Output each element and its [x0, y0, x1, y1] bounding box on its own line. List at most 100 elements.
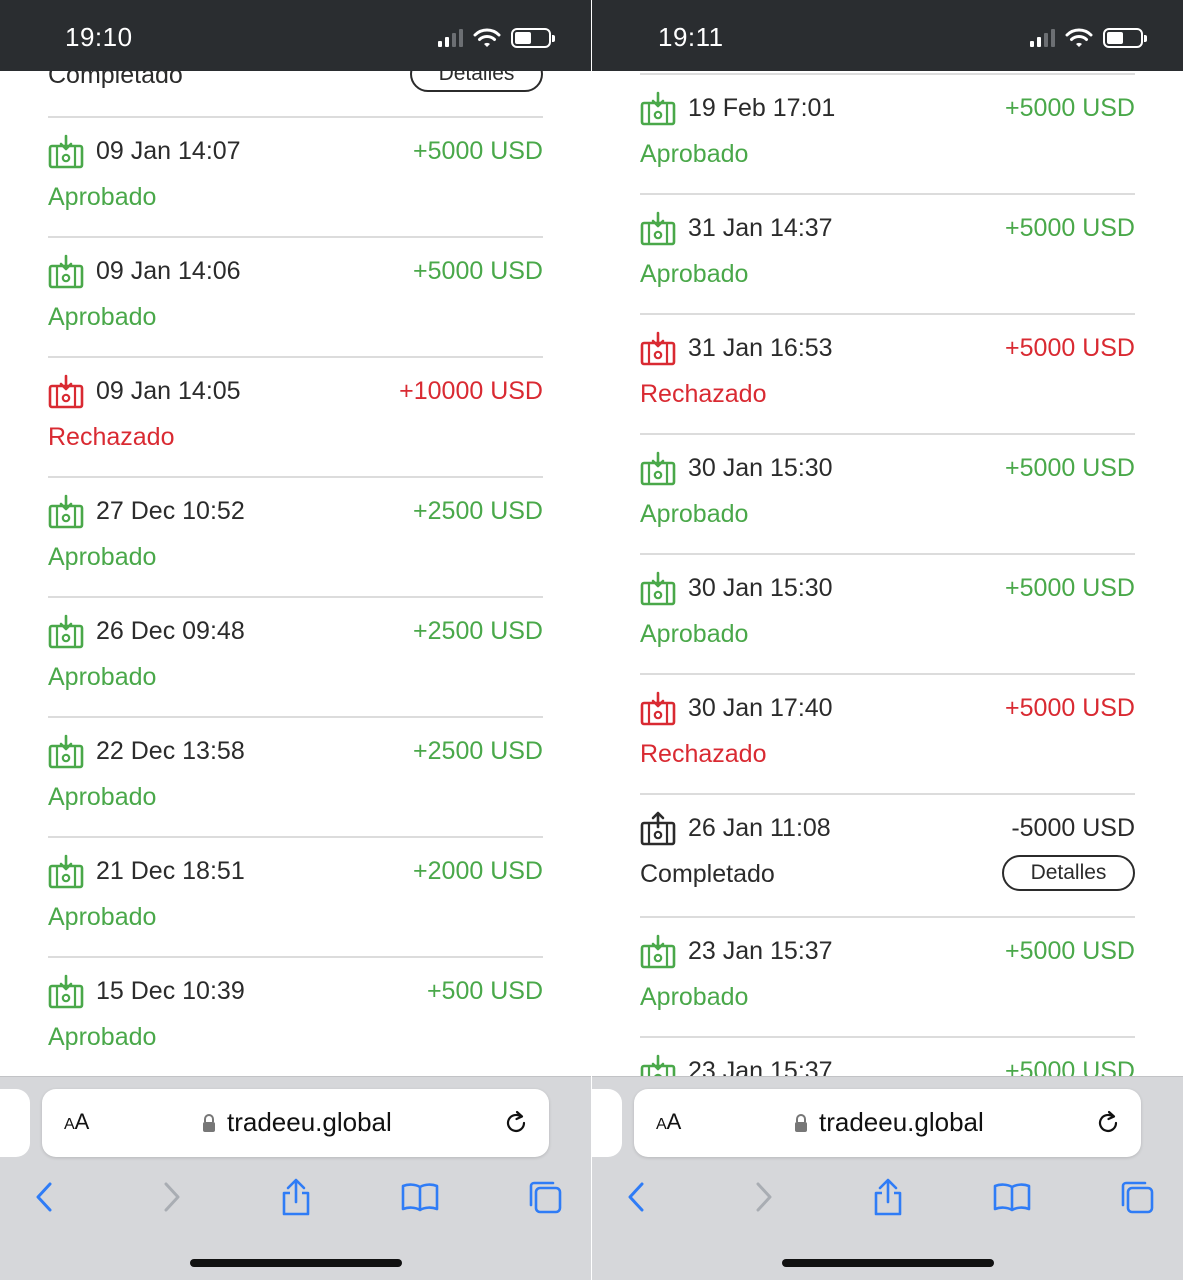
transaction-status: Aprobado — [640, 983, 749, 1011]
previous-tab-peek[interactable] — [592, 1089, 622, 1157]
transaction-row[interactable]: 30 Jan 17:40 +5000 USD Rechazado — [640, 673, 1135, 793]
transaction-date: 31 Jan 14:37 — [688, 214, 833, 242]
transaction-status: Aprobado — [48, 903, 157, 931]
transaction-row[interactable]: 21 Dec 18:51 +2000 USD Aprobado — [48, 836, 543, 956]
deposit-icon — [640, 691, 676, 727]
transaction-status: Aprobado — [48, 543, 157, 571]
transaction-row[interactable]: 26 Dec 09:48 +2500 USD Aprobado — [48, 596, 543, 716]
transaction-status: Aprobado — [48, 663, 157, 691]
transaction-row[interactable]: 19 Feb 17:01 +5000 USD Aprobado — [640, 73, 1135, 193]
lock-icon — [795, 1114, 807, 1132]
share-button[interactable] — [276, 1177, 316, 1217]
status-bar: 19:11 — [592, 0, 1183, 71]
transaction-status: Rechazado — [640, 380, 767, 408]
deposit-icon — [640, 934, 676, 970]
transaction-amount: +5000 USD — [1005, 214, 1135, 242]
transaction-row[interactable]: 23 Jan 15:37 +5000 USD Aprobado — [640, 916, 1135, 1036]
transaction-amount: +5000 USD — [1005, 574, 1135, 602]
browser-toolbar — [0, 1177, 591, 1217]
transaction-row[interactable]: 09 Jan 14:07 +5000 USD Aprobado — [48, 116, 543, 236]
transaction-date: 26 Jan 11:08 — [688, 814, 831, 842]
wifi-icon — [473, 28, 501, 47]
phone-screen-left: 19:10 Completado Detalles 09 Jan 14:07 +5… — [0, 0, 591, 1280]
transaction-row[interactable]: 30 Jan 15:30 +5000 USD Aprobado — [640, 553, 1135, 673]
transaction-amount: +5000 USD — [1005, 454, 1135, 482]
transaction-date: 19 Feb 17:01 — [688, 94, 836, 122]
deposit-icon — [640, 1054, 676, 1076]
transaction-row[interactable]: 15 Dec 10:39 +500 USD Aprobado — [48, 956, 543, 1076]
transaction-date: 09 Jan 14:05 — [96, 377, 241, 405]
deposit-icon — [48, 254, 84, 290]
transaction-status: Aprobado — [48, 1023, 157, 1051]
transaction-amount: +2500 USD — [413, 617, 543, 645]
bookmarks-button[interactable] — [992, 1177, 1032, 1217]
transaction-amount: +5000 USD — [1005, 1057, 1135, 1076]
address-bar[interactable]: AA tradeeu.global — [634, 1089, 1141, 1157]
address-bar[interactable]: AA tradeeu.global — [42, 1089, 549, 1157]
transaction-amount: +5000 USD — [413, 257, 543, 285]
deposit-icon — [48, 854, 84, 890]
transaction-date: 22 Dec 13:58 — [96, 737, 245, 765]
forward-button[interactable] — [744, 1177, 784, 1217]
transaction-row[interactable]: 31 Jan 14:37 +5000 USD Aprobado — [640, 193, 1135, 313]
forward-button[interactable] — [152, 1177, 192, 1217]
bookmarks-button[interactable] — [400, 1177, 440, 1217]
transaction-date: 30 Jan 15:30 — [688, 454, 833, 482]
transaction-status: Aprobado — [640, 140, 749, 168]
reader-settings-button[interactable]: AA — [656, 1109, 681, 1135]
transaction-date: 23 Jan 15:37 — [688, 937, 833, 965]
url-text: tradeeu.global — [227, 1107, 392, 1137]
tabs-button[interactable] — [525, 1177, 565, 1217]
transaction-status: Completado — [640, 860, 775, 888]
tabs-button[interactable] — [1117, 1177, 1157, 1217]
wifi-icon — [1065, 28, 1093, 47]
transaction-amount: +5000 USD — [1005, 694, 1135, 722]
back-button[interactable] — [24, 1177, 64, 1217]
transaction-amount: -5000 USD — [1011, 814, 1135, 842]
transaction-row[interactable]: 09 Jan 14:05 +10000 USD Rechazado — [48, 356, 543, 476]
browser-bottom-bar: AA tradeeu.global — [0, 1076, 591, 1280]
transaction-row[interactable]: 23 Jan 15:37 +5000 USD — [640, 1036, 1135, 1076]
transaction-date: 23 Jan 15:37 — [688, 1057, 833, 1076]
home-indicator — [190, 1259, 402, 1267]
status-bar: 19:10 — [0, 0, 591, 71]
transaction-status: Aprobado — [640, 260, 749, 288]
transaction-amount: +2500 USD — [413, 497, 543, 525]
lock-icon — [203, 1114, 215, 1132]
share-button[interactable] — [868, 1177, 908, 1217]
deposit-icon — [48, 614, 84, 650]
transaction-amount: +2500 USD — [413, 737, 543, 765]
transaction-amount: +500 USD — [426, 977, 543, 1005]
transaction-row[interactable]: 27 Dec 10:52 +2500 USD Aprobado — [48, 476, 543, 596]
details-button[interactable]: Detalles — [1002, 855, 1135, 891]
status-icons — [1030, 26, 1147, 50]
reader-settings-button[interactable]: AA — [64, 1109, 89, 1135]
transaction-row[interactable]: 30 Jan 15:30 +5000 USD Aprobado — [640, 433, 1135, 553]
transaction-status: Rechazado — [640, 740, 767, 768]
previous-tab-peek[interactable] — [0, 1089, 30, 1157]
cellular-signal-icon — [438, 29, 463, 47]
reload-icon[interactable] — [1095, 1109, 1121, 1137]
reload-icon[interactable] — [503, 1109, 529, 1137]
transaction-amount: +5000 USD — [1005, 94, 1135, 122]
transaction-row[interactable]: 26 Jan 11:08 -5000 USD Completado Detalles — [640, 793, 1135, 916]
transaction-row[interactable]: 09 Jan 14:06 +5000 USD Aprobado — [48, 236, 543, 356]
phone-screen-right: 19:11 19 Feb 17:01 +5000 USD Aprobado 31 Ja… — [592, 0, 1183, 1280]
transaction-list-area: 19 Feb 17:01 +5000 USD Aprobado 31 Jan 14:3… — [592, 0, 1183, 1076]
transaction-list: 19 Feb 17:01 +5000 USD Aprobado 31 Jan 14:3… — [640, 73, 1135, 1076]
transaction-date: 09 Jan 14:07 — [96, 137, 241, 165]
transaction-date: 09 Jan 14:06 — [96, 257, 241, 285]
transaction-row[interactable]: 22 Dec 13:58 +2500 USD Aprobado — [48, 716, 543, 836]
deposit-icon — [640, 451, 676, 487]
deposit-icon — [640, 211, 676, 247]
status-time: 19:10 — [65, 22, 133, 52]
transaction-amount: +5000 USD — [1005, 937, 1135, 965]
transaction-status: Aprobado — [48, 783, 157, 811]
transaction-date: 15 Dec 10:39 — [96, 977, 245, 1005]
transaction-row[interactable]: 31 Jan 16:53 +5000 USD Rechazado — [640, 313, 1135, 433]
withdraw-icon — [640, 811, 676, 847]
transaction-status: Aprobado — [48, 303, 157, 331]
back-button[interactable] — [616, 1177, 656, 1217]
battery-icon — [511, 28, 555, 48]
transaction-amount: +5000 USD — [413, 137, 543, 165]
